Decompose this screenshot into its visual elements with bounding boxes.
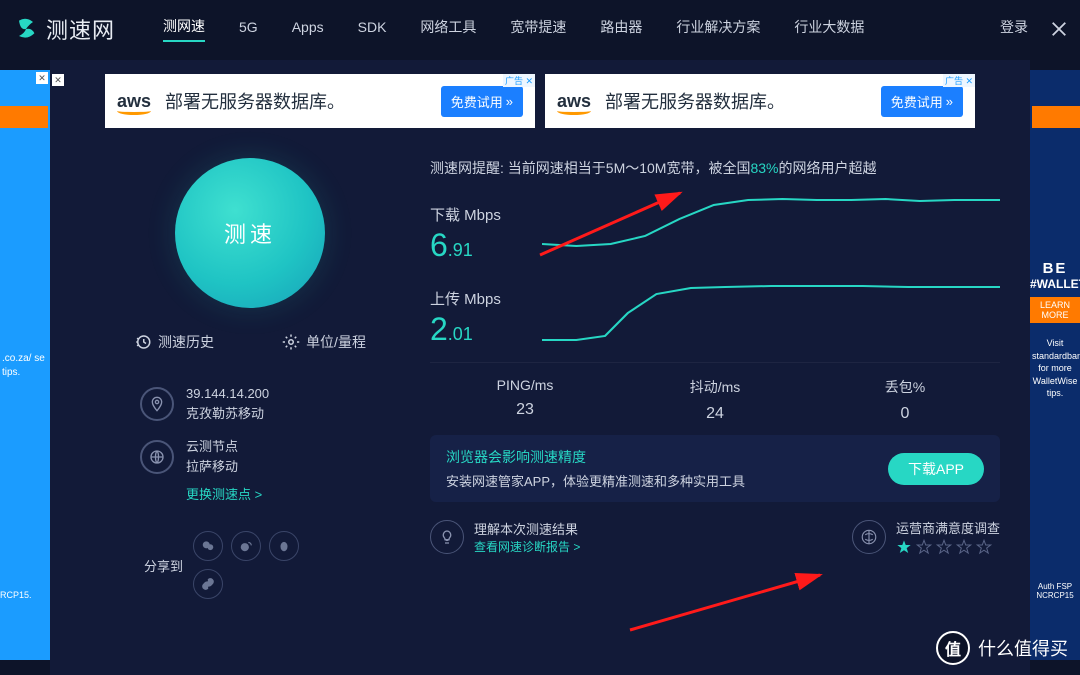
- bulb-icon: [430, 520, 464, 554]
- share-weibo-icon[interactable]: [231, 531, 261, 561]
- ad-banner-1[interactable]: 广告 ✕ aws 部署无服务器数据库。 免费试用 »: [105, 74, 535, 128]
- globe-icon: [140, 440, 174, 474]
- node-info: 云测节点 拉萨移动: [100, 437, 400, 476]
- start-speedtest-button[interactable]: 测速: [175, 158, 325, 308]
- tip-sub: 安装网速管家APP，体验更精准测速和多种实用工具: [446, 471, 888, 490]
- download-chart: 下载 Mbps 6.91: [430, 194, 1000, 264]
- star-4[interactable]: [956, 539, 972, 555]
- speedtest-label: 测速: [224, 217, 276, 249]
- operator-icon: [852, 520, 886, 554]
- tip-title: 浏览器会影响测速精度: [446, 447, 888, 467]
- ad-right-desc: Visit standardbank.co.za/walletwise for …: [1030, 337, 1080, 400]
- download-label: 下载 Mbps: [430, 204, 524, 225]
- header: 测速网 测网速 5G Apps SDK 网络工具 宽带提速 路由器 行业解决方案…: [0, 0, 1080, 58]
- tip-box: 浏览器会影响测速精度 安装网速管家APP，体验更精准测速和多种实用工具 下载AP…: [430, 435, 1000, 502]
- star-2[interactable]: [916, 539, 932, 555]
- ad-cta-button[interactable]: 免费试用 »: [441, 86, 523, 117]
- ad-row: ✕ 广告 ✕ aws 部署无服务器数据库。 免费试用 » 广告 ✕ aws 部署…: [50, 60, 1030, 128]
- close-ad-left[interactable]: ✕: [36, 72, 48, 84]
- ad-right-foot: Auth FSP NCRCP15: [1030, 582, 1080, 600]
- star-5[interactable]: [976, 539, 992, 555]
- login-link[interactable]: 登录: [1000, 17, 1028, 41]
- ad-text: 部署无服务器数据库。: [165, 88, 441, 114]
- ad-label: 广告 ✕: [503, 74, 535, 87]
- nav-5g[interactable]: 5G: [239, 19, 258, 39]
- units-link[interactable]: 单位/量程: [282, 332, 366, 352]
- understand-title: 理解本次测速结果: [474, 519, 580, 538]
- upload-chart-line: [542, 278, 1000, 348]
- share-qq-icon[interactable]: [269, 531, 299, 561]
- alert-percent: 83%: [750, 160, 778, 176]
- left-panel: 测速 测速历史 单位/量程 39.144.14.200 克孜勒苏移动: [100, 158, 400, 599]
- side-ad-right[interactable]: BE #WALLETWISE LEARN MORE Visit standard…: [1030, 70, 1080, 660]
- change-node-link[interactable]: 更换测速点 >: [100, 484, 400, 503]
- share-label: 分享到: [144, 556, 183, 575]
- ad-right-tag: #WALLETWISE: [1030, 277, 1080, 291]
- close-ad-top[interactable]: ✕: [52, 74, 64, 86]
- download-value: 6.91: [430, 227, 524, 264]
- metric-loss: 丢包%0: [810, 377, 1000, 423]
- ad-right-learn[interactable]: LEARN MORE: [1030, 297, 1080, 323]
- metric-ping: PING/ms23: [430, 377, 620, 423]
- share-row: 分享到: [100, 531, 400, 599]
- metrics-row: PING/ms23 抖动/ms24 丢包%0: [430, 362, 1000, 423]
- understand-block: 理解本次测速结果 查看网速诊断报告 >: [474, 519, 580, 555]
- side-ad-left[interactable]: ✕ .co.za/ se tips. RCP15.: [0, 70, 50, 660]
- nav-router[interactable]: 路由器: [600, 17, 642, 41]
- download-app-button[interactable]: 下载APP: [888, 453, 984, 485]
- upload-value: 2.01: [430, 311, 524, 348]
- logo-text: 测速网: [46, 13, 115, 45]
- nav-solutions[interactable]: 行业解决方案: [676, 17, 760, 41]
- ip-address: 39.144.14.200: [186, 384, 269, 404]
- nav-boost[interactable]: 宽带提速: [510, 17, 566, 41]
- nav-speedtest[interactable]: 测网速: [163, 16, 205, 42]
- ad-cta-button[interactable]: 免费试用 »: [881, 86, 963, 117]
- bottom-row: 理解本次测速结果 查看网速诊断报告 > 运营商满意度调查: [430, 518, 1000, 555]
- history-icon: [134, 333, 152, 351]
- side-ad-left-text: .co.za/ se tips.: [2, 352, 50, 380]
- node-name: 拉萨移动: [186, 457, 238, 477]
- ad-label: 广告 ✕: [943, 74, 975, 87]
- survey-block: 运营商满意度调查: [852, 518, 1000, 555]
- watermark-icon: 值: [936, 631, 970, 665]
- close-icon[interactable]: [1050, 20, 1068, 38]
- upload-label: 上传 Mbps: [430, 288, 524, 309]
- history-link[interactable]: 测速历史: [134, 332, 214, 352]
- watermark-text: 什么值得买: [978, 635, 1068, 661]
- upload-chart: 上传 Mbps 2.01: [430, 278, 1000, 348]
- share-wechat-icon[interactable]: [193, 531, 223, 561]
- star-rating: [896, 539, 1000, 555]
- aws-logo-icon: aws: [117, 91, 151, 112]
- download-chart-line: [542, 194, 1000, 264]
- ip-info: 39.144.14.200 克孜勒苏移动: [100, 384, 400, 423]
- node-title: 云测节点: [186, 437, 238, 457]
- ad-text: 部署无服务器数据库。: [605, 88, 881, 114]
- right-panel: 测速网提醒: 当前网速相当于5M～10M宽带，被全国83%的网络用户超越 下载 …: [430, 158, 1000, 599]
- nav: 测网速 5G Apps SDK 网络工具 宽带提速 路由器 行业解决方案 行业大…: [163, 16, 864, 42]
- logo[interactable]: 测速网: [12, 13, 115, 45]
- nav-bigdata[interactable]: 行业大数据: [794, 17, 864, 41]
- alert-line: 测速网提醒: 当前网速相当于5M～10M宽带，被全国83%的网络用户超越: [430, 158, 1000, 178]
- survey-title: 运营商满意度调查: [896, 518, 1000, 537]
- ad-banner-2[interactable]: 广告 ✕ aws 部署无服务器数据库。 免费试用 »: [545, 74, 975, 128]
- isp-name: 克孜勒苏移动: [186, 404, 269, 424]
- logo-icon: [12, 15, 40, 43]
- star-3[interactable]: [936, 539, 952, 555]
- location-icon: [140, 387, 174, 421]
- nav-sdk[interactable]: SDK: [358, 19, 387, 39]
- metric-jitter: 抖动/ms24: [620, 377, 810, 423]
- star-1[interactable]: [896, 539, 912, 555]
- aws-logo-icon: aws: [557, 91, 591, 112]
- nav-apps[interactable]: Apps: [292, 19, 324, 39]
- watermark: 值 什么值得买: [936, 631, 1068, 665]
- nav-tools[interactable]: 网络工具: [420, 17, 476, 41]
- content: ✕ 广告 ✕ aws 部署无服务器数据库。 免费试用 » 广告 ✕ aws 部署…: [50, 60, 1030, 675]
- share-link-icon[interactable]: [193, 569, 223, 599]
- ad-right-be: BE: [1030, 260, 1080, 277]
- diagnosis-link[interactable]: 查看网速诊断报告 >: [474, 538, 580, 555]
- gear-icon: [282, 333, 300, 351]
